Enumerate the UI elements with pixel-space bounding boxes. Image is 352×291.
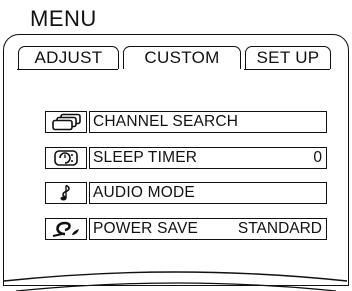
screen-bezel-curve <box>3 271 348 291</box>
